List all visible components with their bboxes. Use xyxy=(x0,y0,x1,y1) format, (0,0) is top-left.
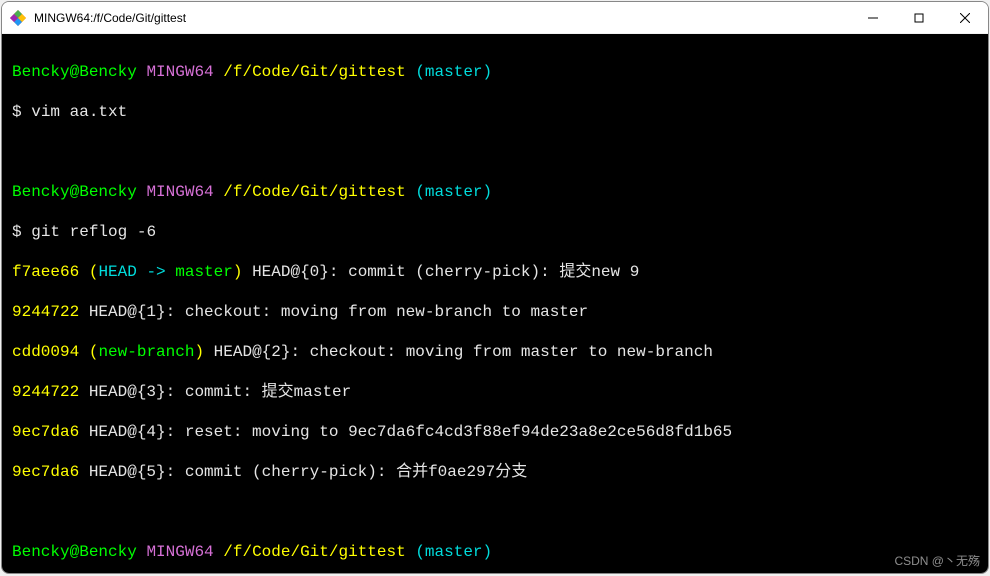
app-icon xyxy=(10,10,26,26)
head-ref: HEAD -> xyxy=(98,263,175,281)
prompt-path: /f/Code/Git/gittest xyxy=(223,543,405,561)
prompt-line: Bencky@Bencky MINGW64 /f/Code/Git/gittes… xyxy=(12,62,978,82)
minimize-button[interactable] xyxy=(850,2,896,33)
decor-open: ( xyxy=(89,343,99,361)
reflog-line: 9ec7da6 HEAD@{4}: reset: moving to 9ec7d… xyxy=(12,422,978,442)
close-button[interactable] xyxy=(942,2,988,33)
prompt-branch-open: ( xyxy=(415,183,425,201)
reflog-msg: HEAD@{0}: commit (cherry-pick): 提交new 9 xyxy=(242,263,639,281)
prompt-line: Bencky@Bencky MINGW64 /f/Code/Git/gittes… xyxy=(12,542,978,562)
prompt-path: /f/Code/Git/gittest xyxy=(223,63,405,81)
reflog-msg: HEAD@{3}: commit: 提交master xyxy=(79,383,351,401)
prompt-symbol: $ xyxy=(12,103,22,121)
reflog-line: 9244722 HEAD@{1}: checkout: moving from … xyxy=(12,302,978,322)
watermark: CSDN @丶无殇 xyxy=(894,552,980,569)
commit-hash: f7aee66 xyxy=(12,263,79,281)
prompt-user: Bencky@Bencky xyxy=(12,63,137,81)
prompt-branch-close: ) xyxy=(483,543,493,561)
reflog-msg: HEAD@{4}: reset: moving to 9ec7da6fc4cd3… xyxy=(79,423,732,441)
prompt-env: MINGW64 xyxy=(146,543,213,561)
blank-line xyxy=(12,502,978,522)
commit-hash: 9ec7da6 xyxy=(12,463,79,481)
command-line: $ vim aa.txt xyxy=(12,102,978,122)
prompt-branch-open: ( xyxy=(415,543,425,561)
terminal-body[interactable]: Bencky@Bencky MINGW64 /f/Code/Git/gittes… xyxy=(2,34,988,573)
prompt-branch-close: ) xyxy=(483,63,493,81)
commit-hash: 9244722 xyxy=(12,383,79,401)
prompt-branch: master xyxy=(425,63,483,81)
window-controls xyxy=(850,2,988,33)
prompt-symbol: $ xyxy=(12,223,22,241)
command-text: git reflog -6 xyxy=(31,223,156,241)
titlebar[interactable]: MINGW64:/f/Code/Git/gittest xyxy=(2,2,988,34)
prompt-branch: master xyxy=(425,543,483,561)
blank-line xyxy=(12,142,978,162)
branch-ref: master xyxy=(175,263,233,281)
reflog-msg: HEAD@{5}: commit (cherry-pick): 合并f0ae29… xyxy=(79,463,527,481)
maximize-button[interactable] xyxy=(896,2,942,33)
decor-close: ) xyxy=(194,343,204,361)
reflog-line: 9244722 HEAD@{3}: commit: 提交master xyxy=(12,382,978,402)
prompt-user: Bencky@Bencky xyxy=(12,183,137,201)
decor-open: ( xyxy=(89,263,99,281)
commit-hash: 9244722 xyxy=(12,303,79,321)
branch-ref: new-branch xyxy=(98,343,194,361)
commit-hash: 9ec7da6 xyxy=(12,423,79,441)
reflog-line: cdd0094 (new-branch) HEAD@{2}: checkout:… xyxy=(12,342,978,362)
prompt-branch-close: ) xyxy=(483,183,493,201)
window-title: MINGW64:/f/Code/Git/gittest xyxy=(34,11,850,25)
prompt-branch-open: ( xyxy=(415,63,425,81)
prompt-path: /f/Code/Git/gittest xyxy=(223,183,405,201)
prompt-line: Bencky@Bencky MINGW64 /f/Code/Git/gittes… xyxy=(12,182,978,202)
prompt-branch: master xyxy=(425,183,483,201)
prompt-user: Bencky@Bencky xyxy=(12,543,137,561)
command-line: $ git reflog -6 xyxy=(12,222,978,242)
command-text: vim aa.txt xyxy=(31,103,127,121)
prompt-env: MINGW64 xyxy=(146,63,213,81)
prompt-env: MINGW64 xyxy=(146,183,213,201)
commit-hash: cdd0094 xyxy=(12,343,79,361)
reflog-msg: HEAD@{2}: checkout: moving from master t… xyxy=(204,343,713,361)
reflog-msg: HEAD@{1}: checkout: moving from new-bran… xyxy=(79,303,588,321)
reflog-line: f7aee66 (HEAD -> master) HEAD@{0}: commi… xyxy=(12,262,978,282)
reflog-line: 9ec7da6 HEAD@{5}: commit (cherry-pick): … xyxy=(12,462,978,482)
terminal-window: MINGW64:/f/Code/Git/gittest Bencky@Benck… xyxy=(1,1,989,574)
